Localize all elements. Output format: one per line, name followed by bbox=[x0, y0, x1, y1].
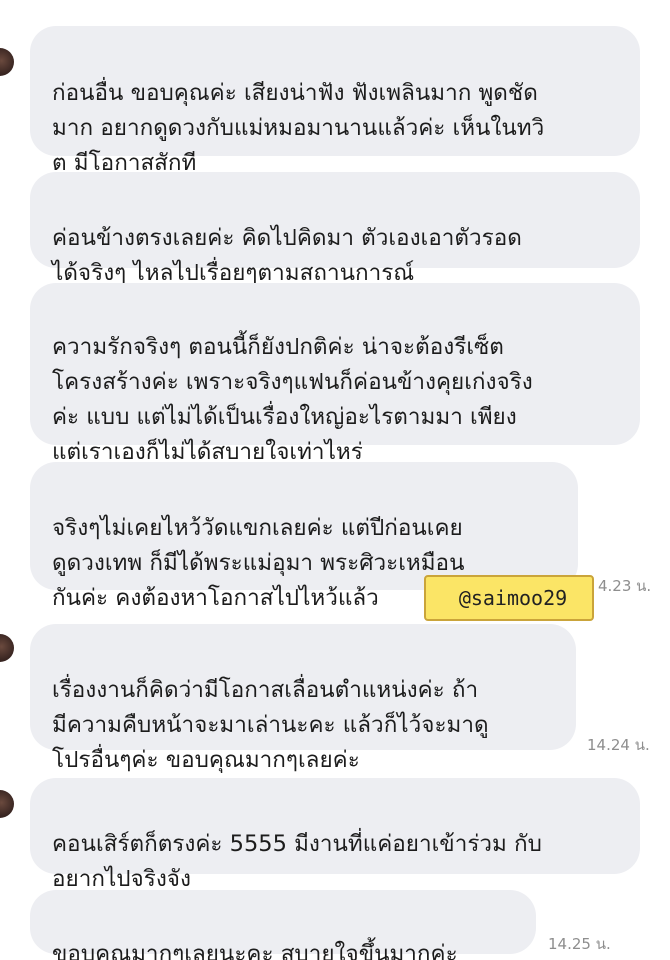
message-bubble[interactable]: เรื่องงานก็คิดว่ามีโอกาสเลื่อนตำแหน่งค่ะ… bbox=[30, 624, 576, 773]
sender-avatar[interactable] bbox=[0, 790, 14, 818]
message-bubble[interactable]: ก่อนอื่น ขอบคุณค่ะ เสียงน่าฟัง ฟังเพลินม… bbox=[30, 26, 640, 176]
message-text: ขอบคุณมากๆเลยนะคะ สบายใจขึ้นมากค่ะ bbox=[52, 941, 458, 960]
message-bubble[interactable]: จริงๆไม่เคยไหว้วัดแขกเลยค่ะ แต่ปีก่อนเคย… bbox=[30, 462, 578, 611]
watermark-label: @saimoo29 bbox=[424, 575, 594, 621]
message-text: ความรักจริงๆ ตอนนี้ก็ยังปกติค่ะ น่าจะต้อ… bbox=[52, 334, 533, 465]
message-timestamp: 4.23 น. bbox=[598, 577, 652, 595]
sender-avatar[interactable] bbox=[0, 48, 14, 76]
message-text: ค่อนข้างตรงเลยค่ะ คิดไปคิดมา ตัวเองเอาตั… bbox=[52, 225, 522, 286]
message-bubble[interactable]: คอนเสิร์ตก็ตรงค่ะ 5555 มีงานที่แค่อยาเข้… bbox=[30, 778, 640, 892]
message-text: ก่อนอื่น ขอบคุณค่ะ เสียงน่าฟัง ฟังเพลินม… bbox=[52, 80, 545, 176]
message-bubble[interactable]: ขอบคุณมากๆเลยนะคะ สบายใจขึ้นมากค่ะ bbox=[30, 890, 536, 960]
message-timestamp: 14.25 น. bbox=[548, 935, 611, 953]
sender-avatar[interactable] bbox=[0, 634, 14, 662]
message-text: คอนเสิร์ตก็ตรงค่ะ 5555 มีงานที่แค่อยาเข้… bbox=[52, 831, 542, 892]
message-bubble[interactable]: ค่อนข้างตรงเลยค่ะ คิดไปคิดมา ตัวเองเอาตั… bbox=[30, 172, 640, 286]
message-bubble[interactable]: ความรักจริงๆ ตอนนี้ก็ยังปกติค่ะ น่าจะต้อ… bbox=[30, 283, 640, 465]
message-text: จริงๆไม่เคยไหว้วัดแขกเลยค่ะ แต่ปีก่อนเคย… bbox=[52, 515, 465, 611]
message-timestamp: 14.24 น. bbox=[587, 736, 650, 754]
message-text: เรื่องงานก็คิดว่ามีโอกาสเลื่อนตำแหน่งค่ะ… bbox=[52, 677, 489, 773]
